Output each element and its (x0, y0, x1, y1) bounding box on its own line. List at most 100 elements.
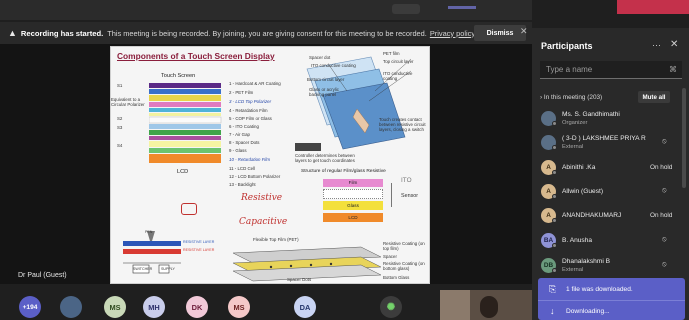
participant-status: On hold (650, 212, 673, 219)
circuit-label: PEN (145, 230, 153, 234)
chevron-down-icon: › (540, 94, 543, 101)
flex-label: Resistive Coating (on top film) (383, 241, 425, 251)
diagram-label: Glass or acrylic backing panel (309, 87, 340, 97)
participant-name: ANANDHAKUMARJ (562, 212, 622, 219)
circuit-label: RESISTIVE LAYER (183, 248, 215, 252)
download-complete-text: 1 file was downloaded. (566, 286, 633, 293)
avatar[interactable]: MH (143, 296, 165, 318)
flex-label: Spacer Dots (287, 277, 312, 282)
participants-panel: Participants ··· ✕ ⌘ › In this meeting (… (532, 28, 689, 320)
section-header[interactable]: › In this meeting (203) (540, 94, 602, 101)
participant-silhouette (480, 296, 498, 318)
handwriting-mark (181, 203, 197, 215)
shared-screen-stage: Components of a Touch Screen Display Tou… (0, 44, 532, 284)
stack-air-gap (323, 189, 383, 199)
layer-label: 5 - COP Film or Glass (229, 116, 272, 121)
mute-all-button[interactable]: Mute all (638, 91, 670, 103)
diagram-label: ITO conductive coating (383, 71, 413, 81)
circuit-diagram (123, 231, 181, 274)
sensor-label: Sensor (401, 193, 419, 199)
banner-message: This meeting is being recorded. By joini… (107, 28, 427, 38)
participant-row[interactable]: A Allwin (Guest) ⦸ (532, 180, 682, 204)
participant-role: External (562, 267, 584, 273)
layer-label: 9 - Glass (229, 148, 247, 153)
presence-indicator (552, 268, 557, 273)
handwriting-capacitive: Capacitive (239, 217, 288, 227)
presence-indicator (552, 194, 557, 199)
stack-film: Film (323, 179, 383, 187)
flex-label: Bottom Glass (383, 275, 410, 280)
label-s3: S3 (117, 125, 123, 130)
layer-label: 8 - Spacer Dots (229, 140, 260, 145)
layer-label: 3 - LCD Top Polarizer (229, 99, 272, 104)
close-icon[interactable]: ✕ (670, 39, 678, 50)
toolbar-pill[interactable] (392, 4, 420, 14)
flex-label: Spacer (383, 254, 397, 259)
circuit-label: RESISTIVE LAYER (183, 240, 215, 244)
overflow-count[interactable]: +194 (19, 296, 41, 318)
share-invite-icon[interactable]: ⌘ (669, 65, 677, 74)
label-s1: S1 (117, 83, 123, 88)
leave-button[interactable] (617, 0, 689, 14)
dismiss-button[interactable]: Dismiss (474, 25, 526, 41)
meeting-toolbar (0, 0, 532, 20)
scrollbar[interactable] (682, 88, 686, 188)
diagram-label: Controller determines between layers to … (295, 153, 355, 163)
presenter-name: Dr Paul (Guest) (18, 272, 67, 279)
diagram-label: PET film (383, 51, 400, 56)
mic-off-icon: ⦸ (662, 138, 667, 145)
download-toast[interactable]: ⎘ 1 file was downloaded. ↓ Downloading..… (538, 278, 685, 320)
avatar[interactable]: MS (228, 296, 250, 318)
touch-layer-3d-diagram (295, 56, 412, 151)
participant-row[interactable]: ( 3-D ) LAKSHMEE PRIYA R External ⦸ (532, 131, 682, 155)
layer-label: 11 - LCD Cell (229, 166, 256, 171)
banner-title: Recording has started. (20, 28, 104, 38)
flex-label: Flexible Top Film (PET) (253, 237, 299, 242)
structure-title: Structure of regular Film/glass Resistiv… (301, 169, 386, 174)
participant-name: ( 3-D ) LAKSHMEE PRIYA R (562, 135, 646, 142)
participant-row[interactable]: A ANANDHAKUMARJ On hold (532, 204, 682, 228)
toast-divider (538, 300, 685, 301)
label-s4: S4 (117, 143, 123, 148)
participant-name: Abinithi .Ka (562, 164, 596, 171)
layer-label: 7 - Air Gap (229, 132, 250, 137)
slide-title: Components of a Touch Screen Display (117, 51, 275, 61)
participant-status: On hold (650, 164, 673, 171)
ito-label: ITO (401, 177, 412, 184)
more-options-icon[interactable]: ··· (652, 40, 661, 50)
active-tab-indicator (448, 6, 476, 9)
participant-name: Ms. S. Gandhimathi (562, 111, 620, 118)
participant-search: ⌘ (540, 61, 682, 79)
diagram-label: Spacer dot (309, 55, 331, 60)
presentation-slide: Components of a Touch Screen Display Tou… (110, 46, 430, 284)
diagram-label: ITO conductive coating (311, 63, 356, 68)
warning-icon: ▲ (8, 28, 17, 38)
label-equivalent: Equivalent to a Circular Polarizer (111, 97, 145, 107)
label-s2: S2 (117, 116, 123, 121)
presence-indicator (552, 145, 557, 150)
participant-row[interactable]: DB Dhanalakshmi B External ⦸ (532, 254, 682, 278)
search-input[interactable] (540, 61, 660, 78)
section-label: In this meeting (203) (543, 94, 603, 101)
avatar[interactable] (60, 296, 82, 318)
participant-name: Dhanalakshmi B (562, 258, 611, 265)
avatar[interactable]: MS (104, 296, 126, 318)
participant-row[interactable]: Ms. S. Gandhimathi Organizer (532, 107, 682, 131)
flex-label: Resistive Coating (on bottom glass) (383, 261, 425, 271)
avatar[interactable]: DK (186, 296, 208, 318)
participant-row[interactable]: A Abinithi .Ka On hold (532, 156, 682, 180)
close-icon[interactable]: ✕ (520, 26, 528, 37)
mic-off-icon: ⦸ (662, 236, 667, 243)
file-icon: ⎘ (549, 284, 557, 294)
lcd-label: LCD (177, 169, 189, 175)
layer-label: 1 - Hardcoat & AR Coating (229, 81, 281, 86)
participant-role: External (562, 144, 584, 150)
participant-row[interactable]: BA B. Anusha ⦸ (532, 229, 682, 253)
avatar[interactable]: DA (294, 296, 316, 318)
layer-label: 10 - Retardation Film (229, 157, 270, 162)
circuit-label: SUPPLY (161, 267, 175, 271)
privacy-policy-link[interactable]: Privacy policy (430, 29, 475, 38)
participant-video-tile[interactable] (440, 290, 532, 320)
teams-meeting-window: ▲ Recording has started. This meeting is… (0, 0, 689, 320)
downloading-text: Downloading... (566, 308, 610, 315)
